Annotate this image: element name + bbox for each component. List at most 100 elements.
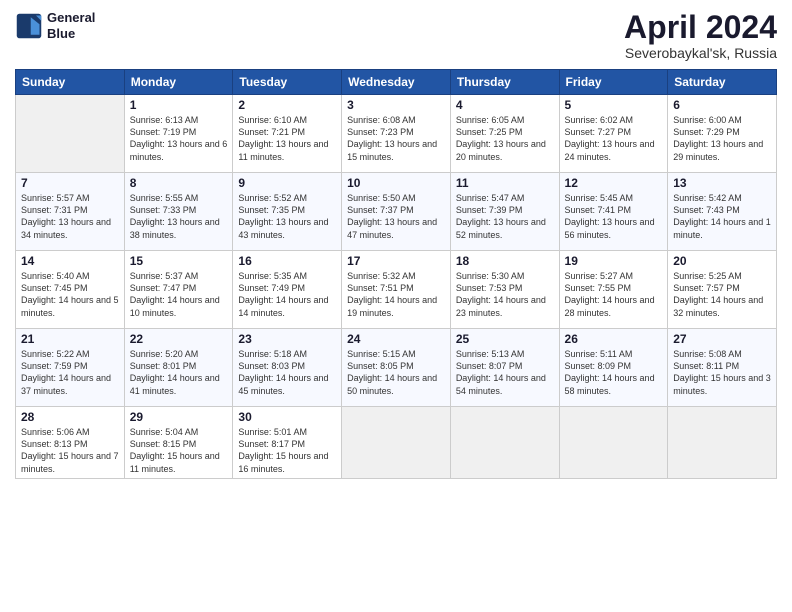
calendar-cell: 18 Sunrise: 5:30 AM Sunset: 7:53 PM Dayl…: [450, 251, 559, 329]
calendar-cell: 2 Sunrise: 6:10 AM Sunset: 7:21 PM Dayli…: [233, 95, 342, 173]
day-info: Sunrise: 5:25 AM Sunset: 7:57 PM Dayligh…: [673, 270, 771, 319]
header-row: SundayMondayTuesdayWednesdayThursdayFrid…: [16, 70, 777, 95]
day-info: Sunrise: 5:50 AM Sunset: 7:37 PM Dayligh…: [347, 192, 445, 241]
calendar-cell: 25 Sunrise: 5:13 AM Sunset: 8:07 PM Dayl…: [450, 329, 559, 407]
day-number: 29: [130, 410, 228, 424]
calendar-cell: 9 Sunrise: 5:52 AM Sunset: 7:35 PM Dayli…: [233, 173, 342, 251]
day-number: 21: [21, 332, 119, 346]
day-info: Sunrise: 5:30 AM Sunset: 7:53 PM Dayligh…: [456, 270, 554, 319]
title-block: April 2024 Severobaykal'sk, Russia: [624, 10, 777, 61]
day-number: 11: [456, 176, 554, 190]
day-number: 18: [456, 254, 554, 268]
calendar-cell: 29 Sunrise: 5:04 AM Sunset: 8:15 PM Dayl…: [124, 407, 233, 479]
calendar-cell: 26 Sunrise: 5:11 AM Sunset: 8:09 PM Dayl…: [559, 329, 668, 407]
day-number: 2: [238, 98, 336, 112]
day-info: Sunrise: 5:27 AM Sunset: 7:55 PM Dayligh…: [565, 270, 663, 319]
day-number: 4: [456, 98, 554, 112]
calendar-cell: 3 Sunrise: 6:08 AM Sunset: 7:23 PM Dayli…: [342, 95, 451, 173]
calendar-cell: 30 Sunrise: 5:01 AM Sunset: 8:17 PM Dayl…: [233, 407, 342, 479]
calendar-cell: 6 Sunrise: 6:00 AM Sunset: 7:29 PM Dayli…: [668, 95, 777, 173]
day-info: Sunrise: 5:15 AM Sunset: 8:05 PM Dayligh…: [347, 348, 445, 397]
calendar-cell: 1 Sunrise: 6:13 AM Sunset: 7:19 PM Dayli…: [124, 95, 233, 173]
month-title: April 2024: [624, 10, 777, 45]
week-row: 28 Sunrise: 5:06 AM Sunset: 8:13 PM Dayl…: [16, 407, 777, 479]
day-info: Sunrise: 5:55 AM Sunset: 7:33 PM Dayligh…: [130, 192, 228, 241]
logo-line1: General: [47, 10, 95, 26]
day-number: 28: [21, 410, 119, 424]
day-info: Sunrise: 6:02 AM Sunset: 7:27 PM Dayligh…: [565, 114, 663, 163]
week-row: 14 Sunrise: 5:40 AM Sunset: 7:45 PM Dayl…: [16, 251, 777, 329]
calendar-cell: 24 Sunrise: 5:15 AM Sunset: 8:05 PM Dayl…: [342, 329, 451, 407]
weekday-header: Sunday: [16, 70, 125, 95]
weekday-header: Friday: [559, 70, 668, 95]
calendar-cell: 12 Sunrise: 5:45 AM Sunset: 7:41 PM Dayl…: [559, 173, 668, 251]
day-number: 20: [673, 254, 771, 268]
day-number: 10: [347, 176, 445, 190]
calendar-cell: 22 Sunrise: 5:20 AM Sunset: 8:01 PM Dayl…: [124, 329, 233, 407]
calendar-cell: 7 Sunrise: 5:57 AM Sunset: 7:31 PM Dayli…: [16, 173, 125, 251]
day-info: Sunrise: 6:05 AM Sunset: 7:25 PM Dayligh…: [456, 114, 554, 163]
day-info: Sunrise: 5:42 AM Sunset: 7:43 PM Dayligh…: [673, 192, 771, 241]
day-number: 25: [456, 332, 554, 346]
day-info: Sunrise: 5:45 AM Sunset: 7:41 PM Dayligh…: [565, 192, 663, 241]
day-number: 7: [21, 176, 119, 190]
day-number: 13: [673, 176, 771, 190]
calendar-cell: 28 Sunrise: 5:06 AM Sunset: 8:13 PM Dayl…: [16, 407, 125, 479]
day-number: 17: [347, 254, 445, 268]
day-number: 15: [130, 254, 228, 268]
day-number: 3: [347, 98, 445, 112]
day-info: Sunrise: 5:47 AM Sunset: 7:39 PM Dayligh…: [456, 192, 554, 241]
day-number: 23: [238, 332, 336, 346]
logo-icon: [15, 12, 43, 40]
calendar-cell: 16 Sunrise: 5:35 AM Sunset: 7:49 PM Dayl…: [233, 251, 342, 329]
weekday-header: Thursday: [450, 70, 559, 95]
calendar-cell: 19 Sunrise: 5:27 AM Sunset: 7:55 PM Dayl…: [559, 251, 668, 329]
calendar-cell: [450, 407, 559, 479]
day-info: Sunrise: 6:10 AM Sunset: 7:21 PM Dayligh…: [238, 114, 336, 163]
day-number: 8: [130, 176, 228, 190]
day-number: 16: [238, 254, 336, 268]
calendar-cell: 27 Sunrise: 5:08 AM Sunset: 8:11 PM Dayl…: [668, 329, 777, 407]
day-info: Sunrise: 6:00 AM Sunset: 7:29 PM Dayligh…: [673, 114, 771, 163]
day-info: Sunrise: 5:22 AM Sunset: 7:59 PM Dayligh…: [21, 348, 119, 397]
calendar-cell: [559, 407, 668, 479]
day-number: 30: [238, 410, 336, 424]
calendar-cell: 20 Sunrise: 5:25 AM Sunset: 7:57 PM Dayl…: [668, 251, 777, 329]
day-number: 22: [130, 332, 228, 346]
calendar-cell: [668, 407, 777, 479]
calendar-cell: 14 Sunrise: 5:40 AM Sunset: 7:45 PM Dayl…: [16, 251, 125, 329]
day-number: 6: [673, 98, 771, 112]
page: General Blue April 2024 Severobaykal'sk,…: [0, 0, 792, 612]
day-info: Sunrise: 6:08 AM Sunset: 7:23 PM Dayligh…: [347, 114, 445, 163]
weekday-header: Tuesday: [233, 70, 342, 95]
day-info: Sunrise: 5:32 AM Sunset: 7:51 PM Dayligh…: [347, 270, 445, 319]
day-number: 26: [565, 332, 663, 346]
calendar: SundayMondayTuesdayWednesdayThursdayFrid…: [15, 69, 777, 479]
day-info: Sunrise: 5:35 AM Sunset: 7:49 PM Dayligh…: [238, 270, 336, 319]
day-number: 12: [565, 176, 663, 190]
day-info: Sunrise: 5:06 AM Sunset: 8:13 PM Dayligh…: [21, 426, 119, 475]
day-info: Sunrise: 5:08 AM Sunset: 8:11 PM Dayligh…: [673, 348, 771, 397]
day-info: Sunrise: 5:37 AM Sunset: 7:47 PM Dayligh…: [130, 270, 228, 319]
week-row: 21 Sunrise: 5:22 AM Sunset: 7:59 PM Dayl…: [16, 329, 777, 407]
day-info: Sunrise: 5:18 AM Sunset: 8:03 PM Dayligh…: [238, 348, 336, 397]
header: General Blue April 2024 Severobaykal'sk,…: [15, 10, 777, 61]
day-number: 1: [130, 98, 228, 112]
weekday-header: Wednesday: [342, 70, 451, 95]
location: Severobaykal'sk, Russia: [624, 45, 777, 61]
day-number: 14: [21, 254, 119, 268]
week-row: 7 Sunrise: 5:57 AM Sunset: 7:31 PM Dayli…: [16, 173, 777, 251]
calendar-cell: 8 Sunrise: 5:55 AM Sunset: 7:33 PM Dayli…: [124, 173, 233, 251]
calendar-cell: [342, 407, 451, 479]
day-info: Sunrise: 5:20 AM Sunset: 8:01 PM Dayligh…: [130, 348, 228, 397]
day-info: Sunrise: 5:11 AM Sunset: 8:09 PM Dayligh…: [565, 348, 663, 397]
day-info: Sunrise: 5:01 AM Sunset: 8:17 PM Dayligh…: [238, 426, 336, 475]
weekday-header: Monday: [124, 70, 233, 95]
calendar-cell: [16, 95, 125, 173]
calendar-cell: 4 Sunrise: 6:05 AM Sunset: 7:25 PM Dayli…: [450, 95, 559, 173]
calendar-cell: 13 Sunrise: 5:42 AM Sunset: 7:43 PM Dayl…: [668, 173, 777, 251]
calendar-cell: 17 Sunrise: 5:32 AM Sunset: 7:51 PM Dayl…: [342, 251, 451, 329]
calendar-cell: 23 Sunrise: 5:18 AM Sunset: 8:03 PM Dayl…: [233, 329, 342, 407]
week-row: 1 Sunrise: 6:13 AM Sunset: 7:19 PM Dayli…: [16, 95, 777, 173]
day-number: 27: [673, 332, 771, 346]
